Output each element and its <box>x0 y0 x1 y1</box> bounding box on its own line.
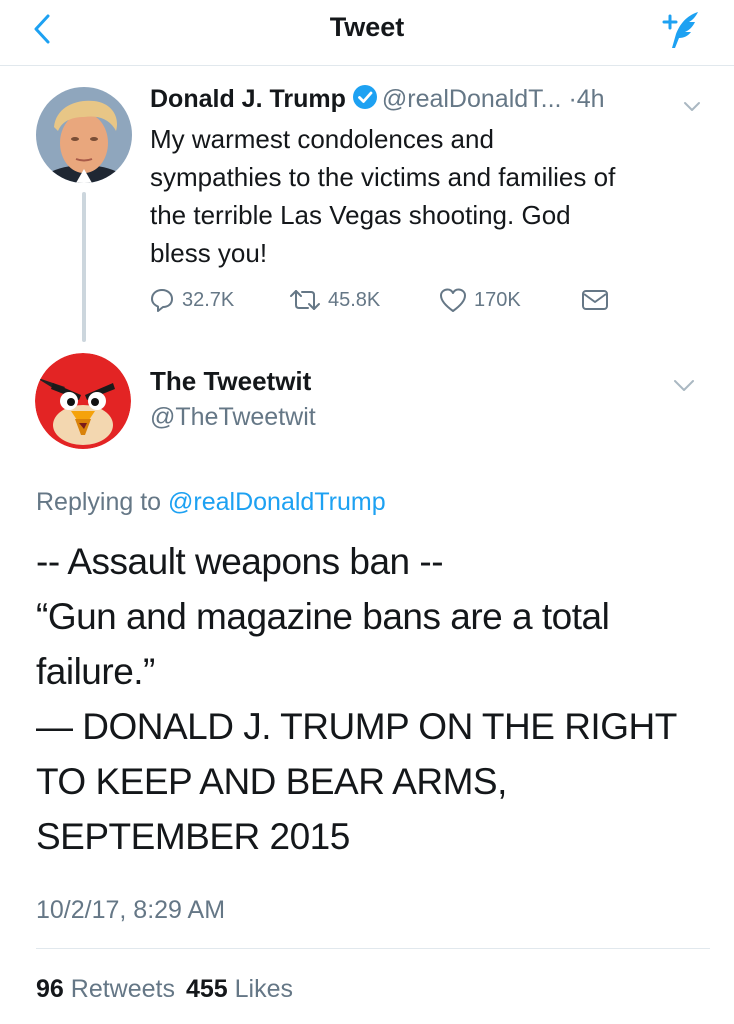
tweet-text-line: TO KEEP AND BEAR ARMS, <box>36 761 507 802</box>
like-button[interactable]: 170K <box>438 283 521 317</box>
tweet-time: 4h <box>576 85 605 113</box>
tweet-text: My warmest condolences and sympathies to… <box>150 120 710 272</box>
tweet-timestamp: 10/2/17, 8:29 AM <box>36 896 226 924</box>
compose-tweet-icon[interactable] <box>658 8 704 54</box>
tweet-text-line: sympathies to the victims and families o… <box>150 162 616 192</box>
separator-dot: · <box>568 85 577 113</box>
tweet-text-line: “Gun and magazine bans are a total <box>36 596 610 637</box>
replying-prefix: Replying to <box>36 488 169 516</box>
divider <box>36 948 710 949</box>
retweet-label: Retweets <box>70 975 175 1003</box>
avatar[interactable] <box>36 87 132 183</box>
author-name[interactable]: The Tweetwit <box>150 366 311 397</box>
reply-count: 32.7K <box>182 288 235 311</box>
reply-button[interactable]: 32.7K <box>148 283 234 317</box>
caret-down-icon[interactable] <box>682 92 702 111</box>
like-heart-icon <box>440 288 466 312</box>
retweet-icon <box>290 290 320 310</box>
thread-connector-line <box>82 192 86 342</box>
tweet-text-line: the terrible Las Vegas shooting. God <box>150 200 571 230</box>
retweet-total: 96 <box>36 975 64 1003</box>
tweet-text-line: — DONALD J. TRUMP ON THE RIGHT <box>36 706 677 747</box>
like-total: 455 <box>185 975 228 1003</box>
like-count: 170K <box>474 288 521 311</box>
tweet-actions: 32.7K 45.8K 170K <box>148 283 628 317</box>
author-handle[interactable]: @realDonaldT... <box>382 85 562 113</box>
retweet-count: 45.8K <box>328 288 381 311</box>
verified-badge-icon <box>352 84 378 110</box>
retweet-button[interactable]: 45.8K <box>288 283 380 317</box>
tweet-text-line: -- Assault weapons ban -- <box>36 541 444 582</box>
like-stat-link[interactable]: 455 Likes <box>186 975 293 1003</box>
page-title: Tweet <box>329 12 405 42</box>
tweet-text-line: My warmest condolences and <box>150 124 494 154</box>
author-name[interactable]: Donald J. Trump <box>150 85 346 113</box>
replying-to: Replying to @realDonaldTrump <box>36 488 386 517</box>
tweet-stats: 96 Retweets 455 Likes <box>36 975 293 1004</box>
avatar[interactable] <box>35 353 131 449</box>
like-label: Likes <box>234 975 293 1003</box>
replying-mention-link[interactable]: @realDonaldTrump <box>168 488 386 516</box>
navigation-bar: Tweet <box>0 0 734 66</box>
tweet-text: -- Assault weapons ban -- “Gun and magaz… <box>36 534 706 864</box>
tweet-text-line: failure.” <box>36 651 155 692</box>
tweet-text-line: SEPTEMBER 2015 <box>36 816 350 857</box>
tweet-header: Donald J. Trump @realDonaldT... ·4h <box>150 84 710 120</box>
reply-icon <box>151 289 173 312</box>
caret-down-icon[interactable] <box>672 378 696 394</box>
direct-message-icon <box>582 290 608 310</box>
author-handle[interactable]: @TheTweetwit <box>150 403 316 432</box>
retweet-stat-link[interactable]: 96 Retweets <box>36 975 175 1003</box>
tweet-text-line: bless you! <box>150 238 268 268</box>
direct-message-button[interactable] <box>580 283 616 317</box>
